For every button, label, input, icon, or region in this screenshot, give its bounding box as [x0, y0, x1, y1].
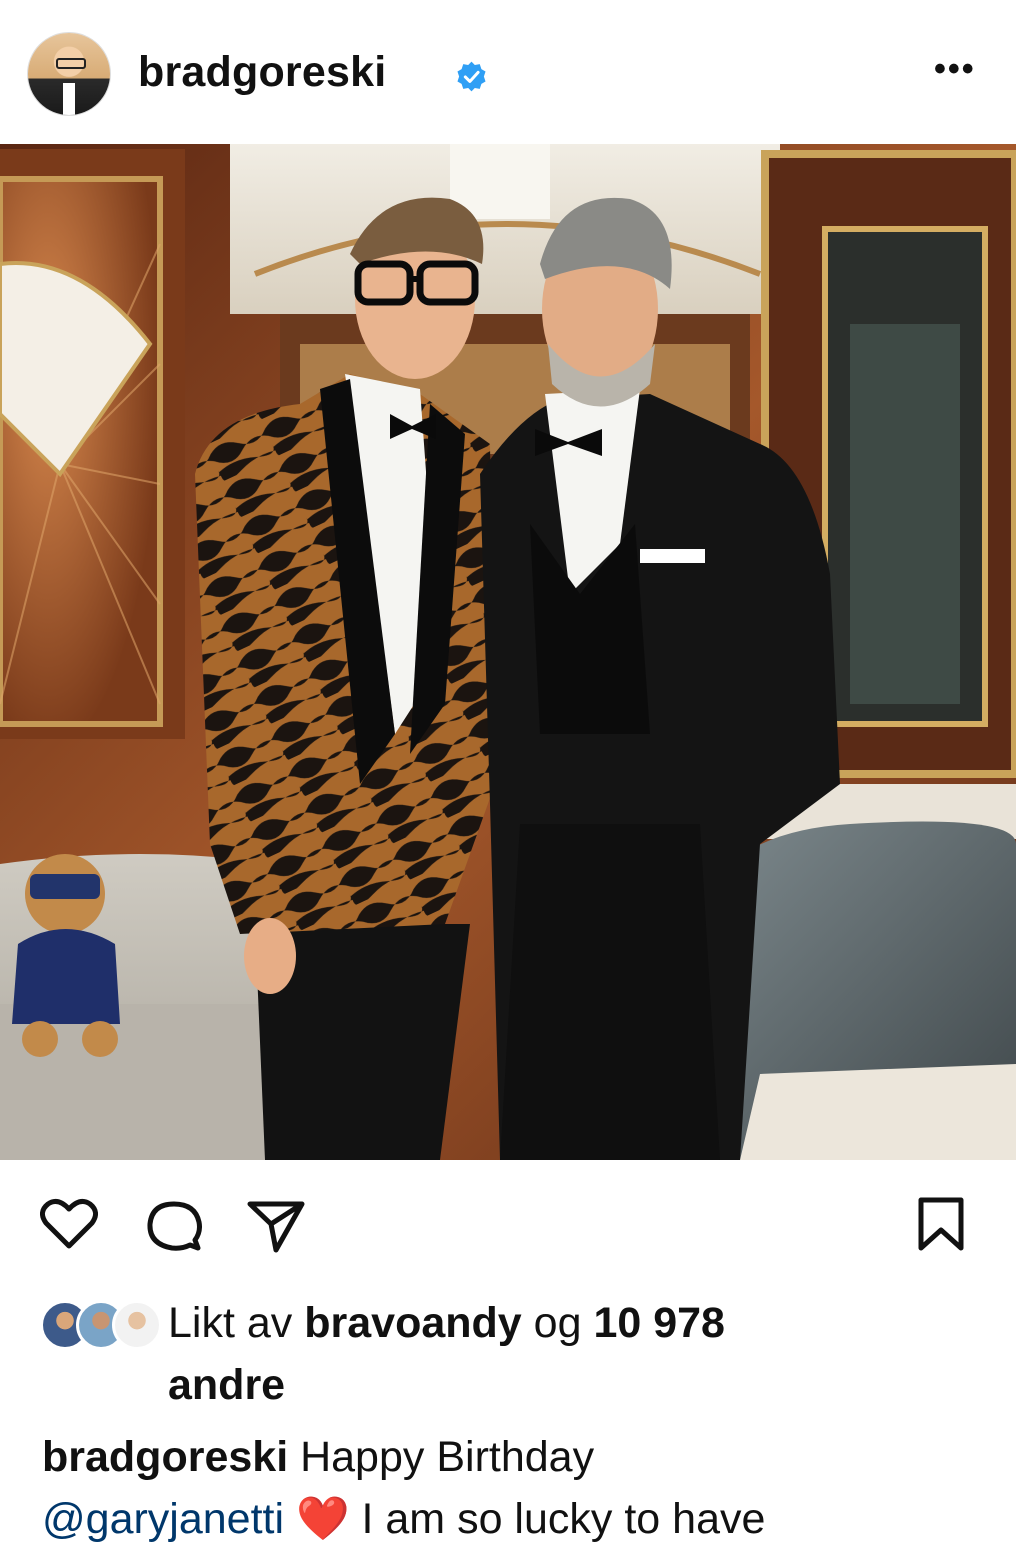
photo-illustration [0, 144, 1016, 1160]
post-username[interactable]: bradgoreski [138, 48, 386, 97]
likes-text: Likt av bravoandy og 10 978 andre [168, 1292, 928, 1416]
post-header: bradgoreski ••• [0, 0, 1016, 144]
avatar-glasses [56, 58, 86, 69]
comment-bubble-icon[interactable] [146, 1200, 202, 1254]
liker-avatars [40, 1300, 162, 1350]
liker-avatar [112, 1300, 162, 1350]
likes-user-link[interactable]: bravoandy [304, 1299, 521, 1347]
likes-suffix[interactable]: andre [168, 1361, 285, 1409]
likes-count[interactable]: 10 978 [593, 1299, 725, 1347]
post-caption: bradgoreski Happy Birthday @garyjanetti … [42, 1426, 992, 1550]
more-options-button[interactable]: ••• [934, 52, 984, 86]
likes-og: og [533, 1299, 582, 1347]
heart-outline-icon[interactable] [40, 1198, 98, 1250]
post-photo[interactable] [0, 144, 1016, 1160]
bookmark-outline-icon[interactable] [916, 1196, 966, 1254]
post-action-bar [0, 1180, 1016, 1270]
caption-text-1: Happy Birthday [300, 1433, 595, 1481]
caption-username[interactable]: bradgoreski [42, 1433, 288, 1481]
verified-badge-icon [457, 61, 486, 92]
likes-prefix: Likt av [168, 1299, 293, 1347]
paper-plane-icon[interactable] [246, 1198, 306, 1254]
avatar[interactable] [28, 33, 110, 115]
avatar-shirt [63, 83, 75, 115]
